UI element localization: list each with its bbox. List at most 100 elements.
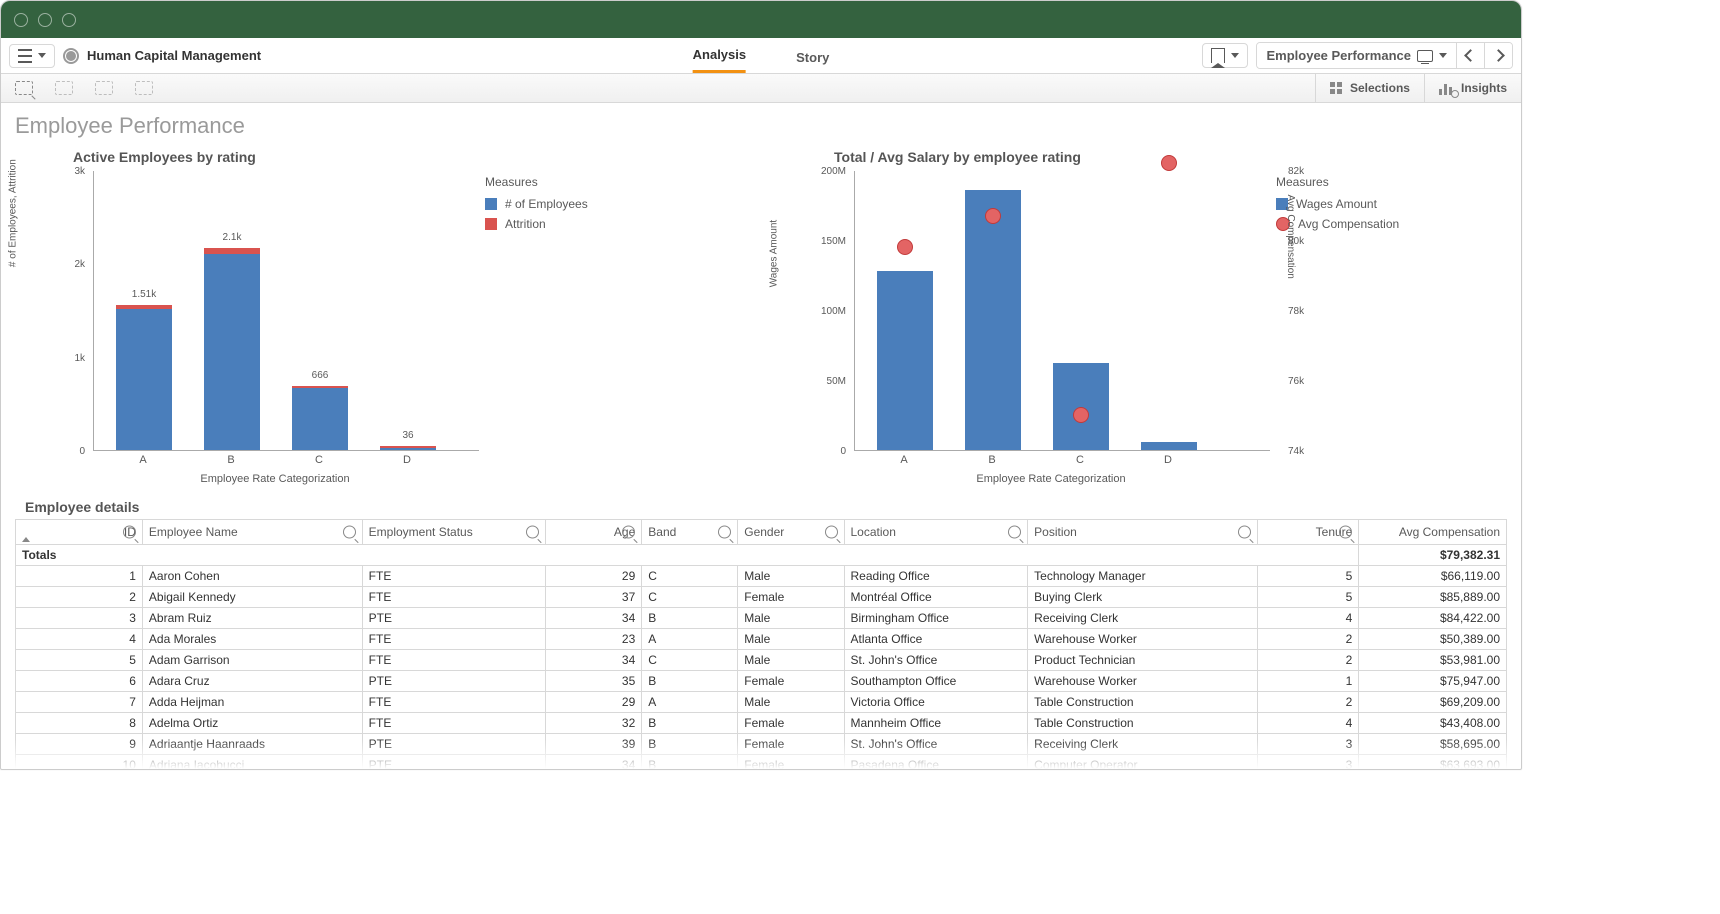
- next-sheet-button[interactable]: [1485, 43, 1512, 68]
- chart-bar-segment-attrition: [116, 305, 172, 309]
- search-icon[interactable]: [1339, 526, 1352, 539]
- table-cell: Adriana Iacobucci: [142, 755, 362, 770]
- table-row[interactable]: 3Abram RuizPTE34BMaleBirmingham OfficeRe…: [16, 608, 1507, 629]
- chart-point[interactable]: [1161, 155, 1177, 171]
- col-gender[interactable]: Gender: [738, 520, 844, 545]
- col-position[interactable]: Position: [1028, 520, 1258, 545]
- chart-salary[interactable]: Total / Avg Salary by employee rating Wa…: [776, 149, 1507, 485]
- table-cell: Atlanta Office: [844, 629, 1028, 650]
- table-cell: 34: [546, 608, 642, 629]
- window-close-icon[interactable]: [14, 13, 28, 27]
- table-cell: St. John's Office: [844, 734, 1028, 755]
- chart-bar-segment-attrition: [204, 248, 260, 254]
- chart-bar[interactable]: [877, 271, 933, 450]
- y2-tick: 82k: [1288, 166, 1304, 177]
- col-band[interactable]: Band: [642, 520, 738, 545]
- window-minimize-icon[interactable]: [38, 13, 52, 27]
- chart-bar[interactable]: 2.1k: [204, 248, 260, 450]
- chart-active-employees[interactable]: Active Employees by rating # of Employee…: [15, 149, 746, 485]
- sheet-name: Employee Performance: [1266, 48, 1411, 63]
- col-status[interactable]: Employment Status: [362, 520, 546, 545]
- table-cell: 2: [16, 587, 143, 608]
- window-titlebar: [1, 1, 1521, 38]
- table-cell: $58,695.00: [1359, 734, 1507, 755]
- table-cell: Abigail Kennedy: [142, 587, 362, 608]
- search-icon[interactable]: [123, 526, 136, 539]
- chart-bar[interactable]: 666: [292, 386, 348, 450]
- col-id[interactable]: ID: [16, 520, 143, 545]
- x-tick: C: [315, 454, 323, 466]
- page-title: Employee Performance: [15, 113, 1507, 139]
- table-cell: PTE: [362, 755, 546, 770]
- x-tick: D: [403, 454, 411, 466]
- table-cell: 39: [546, 734, 642, 755]
- table-row[interactable]: 4Ada MoralesFTE23AMaleAtlanta OfficeWare…: [16, 629, 1507, 650]
- chart-bar[interactable]: [1141, 442, 1197, 450]
- bar-value-label: 36: [402, 430, 413, 441]
- chart-point[interactable]: [897, 239, 913, 255]
- table-cell: 4: [16, 629, 143, 650]
- insights-button[interactable]: Insights: [1424, 74, 1521, 102]
- x-tick: B: [227, 454, 234, 466]
- sheet-selector[interactable]: Employee Performance: [1257, 43, 1457, 68]
- chart-point[interactable]: [985, 208, 1001, 224]
- search-icon[interactable]: [622, 526, 635, 539]
- table-row[interactable]: 10Adriana IacobucciPTE34BFemalePasadena …: [16, 755, 1507, 770]
- table-cell: Female: [738, 755, 844, 770]
- tab-analysis[interactable]: Analysis: [693, 47, 746, 73]
- chart-bar[interactable]: 36: [380, 446, 436, 450]
- step-forward-icon[interactable]: [95, 81, 113, 95]
- sheet-icon: [1417, 50, 1433, 62]
- search-icon[interactable]: [1008, 526, 1021, 539]
- employee-table[interactable]: ID Employee Name Employment Status Age B…: [15, 519, 1507, 769]
- col-location[interactable]: Location: [844, 520, 1028, 545]
- table-row[interactable]: 2Abigail KennedyFTE37CFemaleMontréal Off…: [16, 587, 1507, 608]
- bar-value-label: 1.51k: [132, 289, 156, 300]
- search-icon[interactable]: [526, 526, 539, 539]
- clear-selections-icon[interactable]: [135, 81, 153, 95]
- selections-label: Selections: [1350, 81, 1410, 95]
- col-age[interactable]: Age: [546, 520, 642, 545]
- chart-bar[interactable]: 1.51k: [116, 305, 172, 450]
- table-cell: Pasadena Office: [844, 755, 1028, 770]
- chart-point[interactable]: [1073, 407, 1089, 423]
- table-cell: 37: [546, 587, 642, 608]
- search-icon[interactable]: [825, 526, 838, 539]
- table-cell: Victoria Office: [844, 692, 1028, 713]
- col-name[interactable]: Employee Name: [142, 520, 362, 545]
- table-row[interactable]: 9Adriaantje HaanraadsPTE39BFemaleSt. Joh…: [16, 734, 1507, 755]
- caret-down-icon: [1231, 53, 1239, 58]
- selections-tool-button[interactable]: Selections: [1315, 74, 1424, 102]
- table-cell: 29: [546, 566, 642, 587]
- table-cell: 9: [16, 734, 143, 755]
- tab-story[interactable]: Story: [796, 50, 829, 73]
- table-row[interactable]: 7Adda HeijmanFTE29AMaleVictoria OfficeTa…: [16, 692, 1507, 713]
- menu-button[interactable]: [9, 44, 55, 68]
- chart-title: Active Employees by rating: [73, 149, 746, 165]
- window-zoom-icon[interactable]: [62, 13, 76, 27]
- table-cell: 4: [1258, 713, 1359, 734]
- selections-icon: [1330, 82, 1342, 94]
- chart-bar[interactable]: [965, 190, 1021, 450]
- search-icon[interactable]: [718, 526, 731, 539]
- table-cell: Female: [738, 671, 844, 692]
- bookmarks-button[interactable]: [1202, 43, 1248, 68]
- col-avg-compensation[interactable]: Avg Compensation: [1359, 520, 1507, 545]
- step-back-icon[interactable]: [55, 81, 73, 95]
- chevron-right-icon: [1492, 49, 1505, 62]
- table-row[interactable]: 8Adelma OrtizFTE32BFemaleMannheim Office…: [16, 713, 1507, 734]
- bookmark-icon: [1211, 48, 1225, 63]
- search-icon[interactable]: [1238, 526, 1251, 539]
- x-axis-label: Employee Rate Categorization: [65, 473, 485, 485]
- table-row[interactable]: 1Aaron CohenFTE29CMaleReading OfficeTech…: [16, 566, 1507, 587]
- table-cell: Adam Garrison: [142, 650, 362, 671]
- y-tick: 1k: [29, 353, 85, 364]
- prev-sheet-button[interactable]: [1457, 43, 1485, 68]
- table-row[interactable]: 5Adam GarrisonFTE34CMaleSt. John's Offic…: [16, 650, 1507, 671]
- col-tenure[interactable]: Tenure: [1258, 520, 1359, 545]
- smart-search-icon[interactable]: [15, 81, 33, 95]
- y-tick: 0: [29, 446, 85, 457]
- table-cell: Montréal Office: [844, 587, 1028, 608]
- search-icon[interactable]: [343, 526, 356, 539]
- table-row[interactable]: 6Adara CruzPTE35BFemaleSouthampton Offic…: [16, 671, 1507, 692]
